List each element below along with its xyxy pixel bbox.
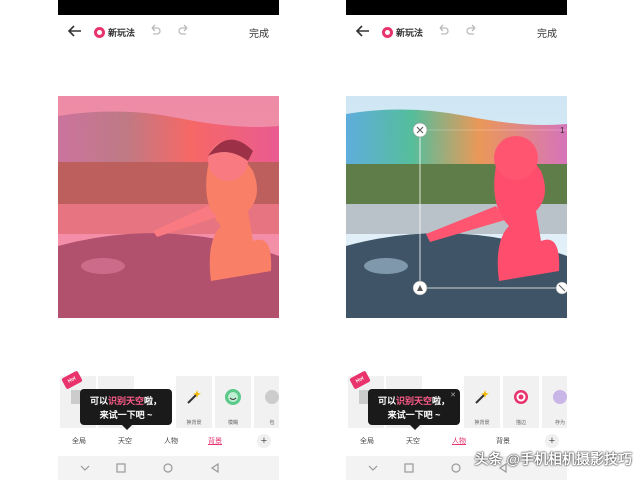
square-icon[interactable]	[116, 463, 126, 473]
phone-right: 新玩法 完成 1 换背景 描边 存为 Hot 可以识别天空啦， 来试一下吧 ~ …	[346, 0, 567, 480]
ring-icon	[514, 390, 528, 404]
tool-item[interactable]: 存为	[542, 376, 567, 428]
tool-label: 存为	[554, 420, 565, 426]
chevron-down-icon[interactable]	[368, 463, 378, 473]
tool-blur[interactable]: 模糊	[215, 376, 251, 428]
tool-label: 换背景	[186, 420, 202, 426]
partial-icon	[265, 390, 279, 404]
redo-icon[interactable]	[177, 24, 191, 38]
tool-outline[interactable]: 描边	[503, 376, 539, 428]
close-icon[interactable]: ✕	[450, 391, 456, 399]
smile-icon	[225, 389, 241, 405]
tool-label: 包	[269, 420, 275, 426]
app-logo-icon	[382, 26, 393, 38]
tool-label: 换背景	[474, 420, 490, 426]
tab-background[interactable]: 背景	[208, 436, 222, 446]
triangle-back-icon[interactable]	[210, 463, 220, 473]
phone-left: 新玩法 完成 换背景 模糊 包 Hot 可以识别天空啦， 来试一下吧 ~ 全局 …	[58, 0, 279, 480]
tooltip-arrow	[122, 425, 132, 430]
redo-icon[interactable]	[465, 24, 479, 38]
top-bar: 新玩法 完成	[58, 20, 279, 44]
app-name: 新玩法	[108, 27, 136, 38]
tool-label: 描边	[515, 420, 526, 426]
tab-sky[interactable]: 天空	[118, 436, 132, 446]
wand-icon	[475, 390, 489, 404]
tooltip-arrow	[410, 425, 420, 430]
tool-item[interactable]: 包	[254, 376, 279, 428]
top-bar: 新玩法 完成	[346, 20, 567, 44]
edge-marker: 1	[560, 126, 565, 135]
tool-change-background[interactable]: 换背景	[464, 376, 500, 428]
tab-sky[interactable]: 天空	[406, 436, 420, 446]
photo-canvas[interactable]: 1	[346, 96, 567, 318]
add-button[interactable]: +	[257, 434, 271, 448]
done-button[interactable]: 完成	[537, 25, 557, 40]
tooltip-line-2: 来试一下吧 ~	[387, 410, 441, 420]
status-bar	[58, 0, 279, 15]
tab-global[interactable]: 全局	[360, 436, 374, 446]
chevron-down-icon[interactable]	[80, 463, 90, 473]
add-button[interactable]: +	[545, 434, 559, 448]
tab-background[interactable]: 背景	[496, 436, 510, 446]
app-badge[interactable]: 新玩法	[382, 25, 423, 39]
circle-icon[interactable]	[163, 463, 173, 473]
sky-recognition-tooltip: 可以识别天空啦， 来试一下吧 ~	[80, 389, 172, 430]
undo-icon[interactable]	[148, 24, 162, 38]
back-arrow-icon[interactable]	[66, 22, 84, 40]
app-logo-icon	[94, 26, 105, 38]
app-badge[interactable]: 新玩法	[94, 25, 135, 39]
app-name: 新玩法	[396, 27, 424, 38]
category-tabs: 全局 天空 人物 背景 +	[346, 433, 567, 449]
square-icon[interactable]	[404, 463, 414, 473]
back-arrow-icon[interactable]	[354, 22, 372, 40]
system-nav-bar	[58, 456, 279, 480]
undo-icon[interactable]	[436, 24, 450, 38]
category-tabs: 全局 天空 人物 背景 +	[58, 433, 279, 449]
tool-label: 模糊	[227, 420, 238, 426]
sky-recognition-tooltip: 可以识别天空啦， 来试一下吧 ~ ✕	[368, 389, 460, 430]
tooltip-line-2: 来试一下吧 ~	[99, 410, 153, 420]
tab-person[interactable]: 人物	[452, 436, 466, 446]
done-button[interactable]: 完成	[249, 25, 269, 40]
partial-icon	[553, 390, 567, 404]
status-bar	[346, 0, 567, 15]
tab-global[interactable]: 全局	[72, 436, 86, 446]
circle-icon[interactable]	[451, 463, 461, 473]
photo-canvas[interactable]	[58, 96, 279, 318]
tab-person[interactable]: 人物	[164, 436, 178, 446]
wand-icon	[187, 390, 201, 404]
tool-change-background[interactable]: 换背景	[176, 376, 212, 428]
watermark: 头条 @手机相机摄影技巧	[474, 451, 632, 467]
tooltip-line-1: 可以识别天空啦，	[377, 396, 451, 406]
photo-image: 1	[346, 96, 567, 318]
page: 新玩法 完成 换背景 模糊 包 Hot 可以识别天空啦， 来试一下吧 ~ 全局 …	[0, 0, 640, 480]
tooltip-line-1: 可以识别天空啦，	[89, 396, 163, 406]
photo-image	[58, 96, 279, 318]
